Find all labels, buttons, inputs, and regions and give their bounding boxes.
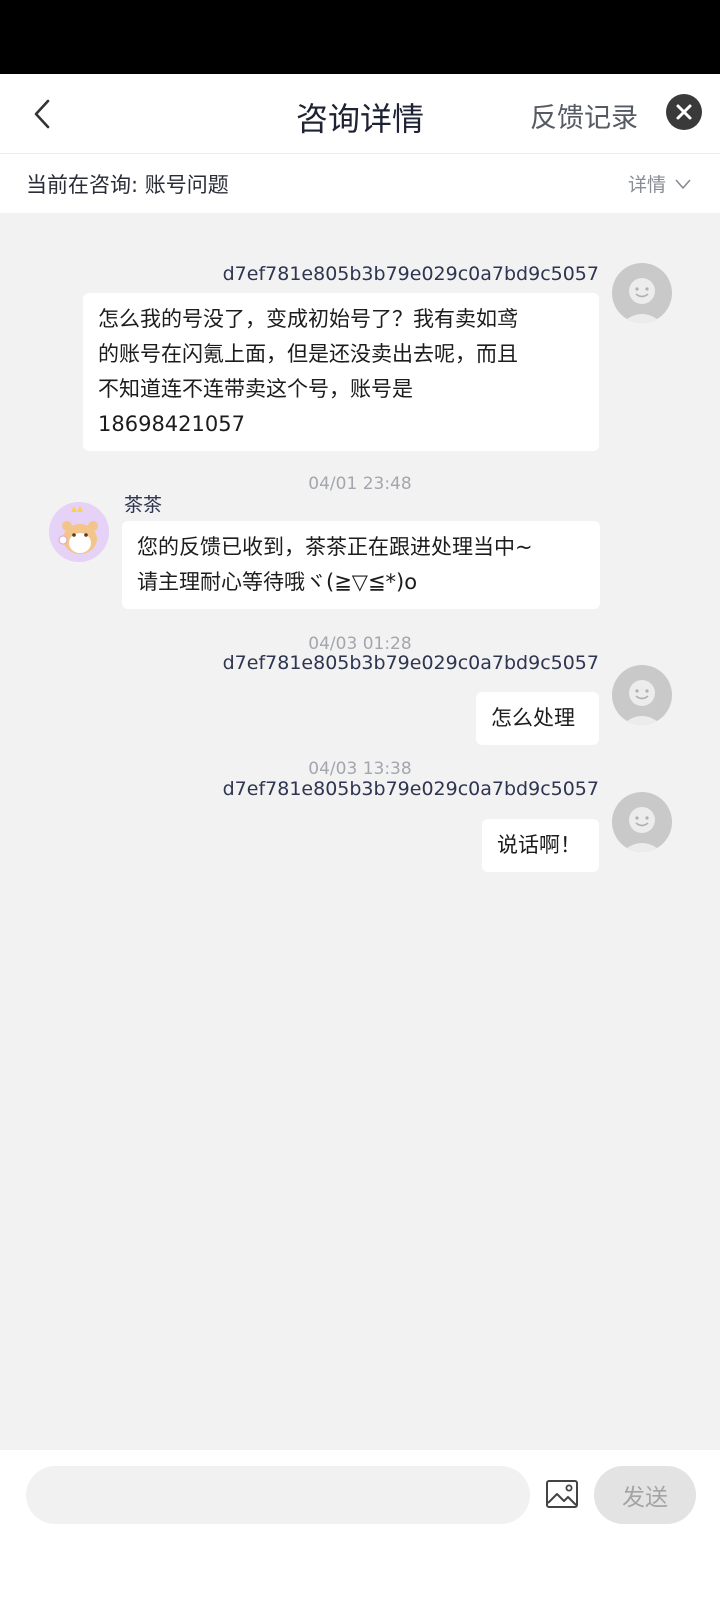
- user-avatar-icon: [622, 680, 662, 725]
- message-line: 您的反馈已收到，茶茶正在跟进处理当中~: [137, 535, 533, 559]
- feedback-records-link[interactable]: 反馈记录: [530, 96, 638, 135]
- hamster-avatar-icon: [49, 502, 109, 562]
- image-upload-button[interactable]: [544, 1476, 580, 1512]
- details-toggle[interactable]: 详情: [628, 170, 692, 197]
- message-line: 说话啊！: [497, 833, 581, 857]
- message-input[interactable]: [26, 1466, 530, 1524]
- sender-name: 茶茶: [124, 494, 163, 516]
- image-icon: [546, 1480, 578, 1508]
- message-line: 怎么我的号没了，变成初始号了？我有卖如鸢: [98, 307, 518, 331]
- message-line: 18698421057: [98, 412, 245, 436]
- message-line: 不知道连不连带卖这个号，账号是: [98, 377, 413, 401]
- user-avatar-icon: [622, 807, 662, 852]
- chevron-left-icon: [34, 99, 50, 129]
- nav-bar: 咨询详情 反馈记录: [0, 74, 720, 154]
- message-timestamp: 04/01 23:48: [308, 474, 412, 494]
- message-timestamp: 04/03 01:28: [308, 634, 412, 654]
- user-avatar: [612, 263, 672, 323]
- user-avatar-icon: [622, 278, 662, 323]
- sender-name: d7ef781e805b3b79e029c0a7bd9c5057: [222, 652, 599, 674]
- message-bubble: 您的反馈已收到，茶茶正在跟进处理当中~ 请主理耐心等待哦ヾ(≧▽≦*)o: [122, 521, 600, 609]
- user-avatar: [612, 792, 672, 852]
- message-line: 怎么处理: [491, 706, 575, 730]
- current-topic: 当前在咨询: 账号问题: [26, 173, 229, 197]
- chat-area[interactable]: d7ef781e805b3b79e029c0a7bd9c5057 怎么我的号没了…: [0, 213, 720, 1450]
- message-bubble: 怎么我的号没了，变成初始号了？我有卖如鸢 的账号在闪氪上面，但是还没卖出去呢，而…: [83, 293, 599, 451]
- agent-avatar: [49, 502, 109, 562]
- status-bar: [0, 0, 720, 74]
- message-bubble: 说话啊！: [482, 819, 599, 872]
- message-line: 的账号在闪氪上面，但是还没卖出去呢，而且: [98, 342, 518, 366]
- topic-bar: 当前在咨询: 账号问题 详情: [0, 155, 720, 213]
- chevron-down-icon: [675, 178, 691, 189]
- back-button[interactable]: [22, 92, 62, 136]
- sender-name: d7ef781e805b3b79e029c0a7bd9c5057: [222, 263, 599, 285]
- send-button[interactable]: 发送: [594, 1466, 696, 1524]
- close-button[interactable]: [666, 94, 702, 130]
- message-line: 请主理耐心等待哦ヾ(≧▽≦*)o: [137, 570, 418, 594]
- message-bubble: 怎么处理: [476, 692, 599, 745]
- message-timestamp: 04/03 13:38: [308, 759, 412, 779]
- user-avatar: [612, 665, 672, 725]
- details-label: 详情: [628, 174, 667, 196]
- composer-bar: 发送: [0, 1450, 720, 1600]
- close-icon: [676, 104, 692, 120]
- sender-name: d7ef781e805b3b79e029c0a7bd9c5057: [222, 778, 599, 800]
